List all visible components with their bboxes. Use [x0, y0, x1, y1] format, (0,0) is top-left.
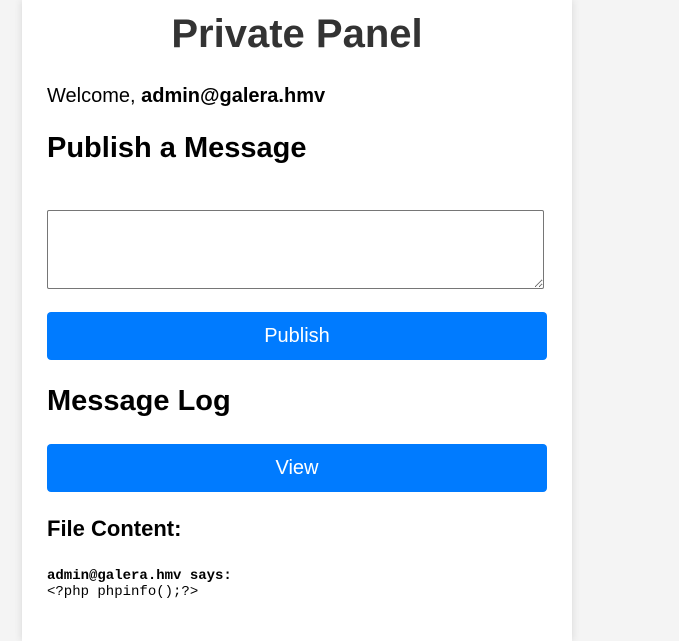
publish-heading: Publish a Message — [47, 132, 307, 164]
file-content-output: admin@galera.hmv says: <?php phpinfo();?> — [47, 568, 232, 600]
welcome-user: admin@galera.hmv — [141, 85, 326, 107]
publish-button[interactable]: Publish — [47, 312, 547, 360]
file-content-heading: File Content: — [47, 516, 182, 541]
welcome-prefix: Welcome, — [47, 85, 142, 107]
private-panel-card: Private Panel Welcome, admin@galera.hmv … — [22, 0, 572, 641]
message-log-heading: Message Log — [47, 385, 231, 417]
file-author-line: admin@galera.hmv says: — [47, 568, 232, 584]
view-button[interactable]: View — [47, 444, 547, 492]
welcome-message: Welcome, admin@galera.hmv — [47, 84, 325, 108]
message-textarea[interactable] — [47, 210, 544, 289]
page-title: Private Panel — [171, 12, 423, 56]
file-content-line: <?php phpinfo();?> — [47, 584, 199, 600]
